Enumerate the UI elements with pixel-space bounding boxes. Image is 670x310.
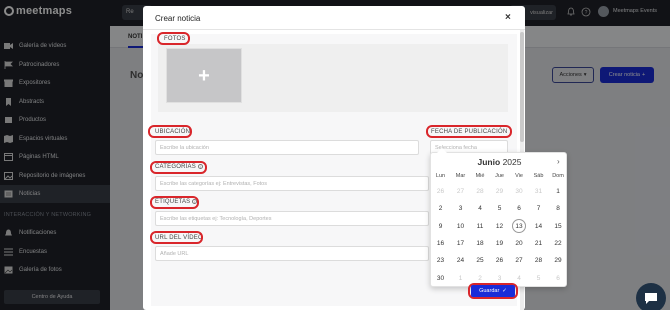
calendar-day[interactable]: 26 xyxy=(490,253,509,268)
calendar-day[interactable]: 29 xyxy=(549,253,568,268)
plus-icon: + xyxy=(198,64,210,87)
calendar-day[interactable]: 5 xyxy=(490,201,509,216)
calendar-caret xyxy=(437,148,447,153)
calendar-weekday: Mié xyxy=(475,173,485,179)
calendar-month[interactable]: Junio xyxy=(478,157,501,167)
chat-button[interactable] xyxy=(636,283,666,310)
calendar-day: 1 xyxy=(458,274,463,282)
calendar-day-today[interactable]: 13 xyxy=(510,218,529,234)
calendar-year[interactable]: 2025 xyxy=(503,157,522,167)
calendar-day[interactable]: 17 xyxy=(451,236,470,251)
calendar-day[interactable]: 30 xyxy=(431,271,450,286)
calendar-day[interactable]: 1 xyxy=(549,184,568,199)
calendar-day: 29 xyxy=(495,188,504,195)
calendar-weekday: Dom xyxy=(552,173,564,179)
calendar-day[interactable]: 3 xyxy=(451,201,470,216)
calendar-weekday: Sáb xyxy=(533,173,544,179)
calendar-header: Junio 2025 xyxy=(431,157,568,167)
calendar-day: 31 xyxy=(534,188,543,195)
highlight-url xyxy=(150,231,203,244)
calendar-day: 28 xyxy=(476,188,484,195)
calendar-day[interactable]: 6 xyxy=(510,201,529,216)
highlight-categories xyxy=(150,161,207,174)
modal-title: Crear noticia xyxy=(155,14,201,23)
add-photo-button[interactable]: + xyxy=(166,48,242,103)
calendar-day[interactable]: 21 xyxy=(529,236,548,251)
tags-input[interactable]: Escribe las etiquetas ej: Tecnología, De… xyxy=(155,211,429,226)
calendar-weekday: Vie xyxy=(515,173,523,179)
calendar-day[interactable]: 11 xyxy=(471,219,490,234)
highlight-photos xyxy=(157,32,190,45)
calendar-day[interactable]: 27 xyxy=(510,253,529,268)
calendar-day[interactable]: 10 xyxy=(451,219,470,234)
calendar-day[interactable]: 22 xyxy=(549,236,568,251)
calendar-day[interactable]: 24 xyxy=(451,253,470,268)
close-icon[interactable]: × xyxy=(505,12,511,23)
scrollbar-thumb[interactable] xyxy=(520,32,524,142)
save-label: Guardar xyxy=(479,288,500,294)
calendar-day[interactable]: 16 xyxy=(431,236,450,251)
calendar-weekday: Mar xyxy=(455,173,466,179)
highlight-tags xyxy=(150,196,199,209)
calendar-day[interactable]: 8 xyxy=(549,201,568,216)
calendar-day: 27 xyxy=(456,188,465,195)
calendar-day[interactable]: 14 xyxy=(529,219,548,234)
calendar-day[interactable]: 2 xyxy=(431,201,450,216)
check-icon: ✓ xyxy=(502,288,507,294)
calendar-day[interactable]: 23 xyxy=(431,253,450,268)
chat-icon xyxy=(645,292,657,304)
calendar-day: 30 xyxy=(515,188,523,195)
calendar-day[interactable]: 9 xyxy=(431,219,450,234)
calendar-day[interactable]: 20 xyxy=(510,236,529,251)
calendar-day[interactable]: 4 xyxy=(471,201,490,216)
categories-input[interactable]: Escribe las categorías ej: Entrevistas, … xyxy=(155,176,429,191)
calendar-day[interactable]: 19 xyxy=(490,236,509,251)
highlight-location xyxy=(148,125,192,138)
calendar-day: 6 xyxy=(556,274,560,282)
calendar-weekday: Jue xyxy=(495,173,504,179)
calendar-weekday: Lun xyxy=(435,173,446,179)
calendar-day[interactable]: 18 xyxy=(471,236,490,251)
calendar-day[interactable]: 12 xyxy=(490,219,509,234)
save-button[interactable]: Guardar ✓ xyxy=(471,285,515,297)
calendar-day[interactable]: 28 xyxy=(529,253,548,268)
modal-header: Crear noticia × xyxy=(143,6,525,30)
calendar-day[interactable]: 25 xyxy=(471,253,490,268)
url-input[interactable]: Añade URL xyxy=(155,246,429,261)
chevron-right-icon[interactable]: › xyxy=(557,157,560,166)
calendar-day: 5 xyxy=(536,274,541,282)
highlight-date xyxy=(426,125,512,138)
date-picker: Junio 2025 › Lun Mar Mié Jue Vie Sáb Dom 26 27 28… xyxy=(430,148,568,287)
calendar-day[interactable]: 7 xyxy=(529,201,548,216)
location-input[interactable]: Escribe la ubicación xyxy=(155,140,419,155)
calendar-day: 26 xyxy=(436,188,445,195)
calendar-day[interactable]: 15 xyxy=(549,219,568,234)
